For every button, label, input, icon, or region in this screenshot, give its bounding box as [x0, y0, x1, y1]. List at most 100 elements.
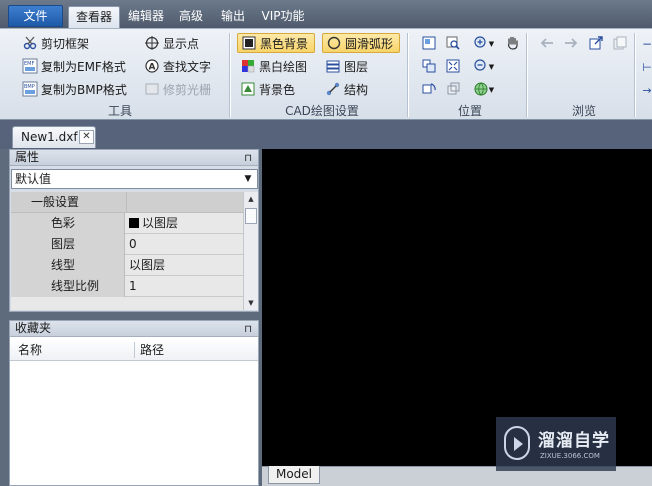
emf-icon: EMF: [22, 58, 38, 74]
3d-view-button[interactable]: [444, 81, 462, 99]
tab-viewer[interactable]: 查看器: [68, 6, 120, 28]
fit-window-button[interactable]: [420, 35, 438, 53]
show-point-label: 显示点: [163, 36, 200, 51]
document-tab-label: New1.dxf: [21, 130, 78, 144]
property-row-linetype-scale[interactable]: 线型比例 1: [11, 276, 243, 297]
scissors-icon: [22, 35, 38, 51]
pin-icon[interactable]: ⊓: [244, 151, 252, 166]
column-divider[interactable]: [134, 342, 135, 358]
trim-raster-icon: [144, 81, 160, 97]
tab-editor[interactable]: 编辑器: [124, 6, 168, 28]
property-key: 线型: [11, 255, 125, 276]
clip-frame-label: 剪切框架: [41, 36, 90, 51]
arrow-right-icon: →: [642, 83, 652, 97]
layers-icon: [325, 58, 341, 74]
trim-raster-button[interactable]: 修剪光栅: [144, 79, 211, 99]
chevron-up-icon[interactable]: ▲: [244, 192, 258, 206]
properties-preset-select[interactable]: 默认值 ▼: [11, 169, 258, 189]
copy-view-button[interactable]: [611, 35, 629, 53]
pin-icon[interactable]: ⊓: [244, 322, 252, 337]
tab-vip[interactable]: VIP功能: [258, 6, 308, 28]
copy-bmp-label: 复制为BMP格式: [41, 82, 127, 97]
chevron-down-icon: ▼: [244, 174, 252, 184]
zoom-out-dropdown[interactable]: ▼: [470, 58, 498, 76]
scrollbar-thumb[interactable]: [245, 208, 257, 224]
orbit-dropdown[interactable]: ▼: [470, 81, 498, 99]
property-value[interactable]: 1: [127, 276, 137, 296]
bmp-icon: BMP: [22, 81, 38, 97]
copy-icon: [613, 36, 627, 53]
property-value-text: 以图层: [142, 216, 179, 230]
structure-button[interactable]: 结构: [325, 79, 368, 99]
property-grid-scrollbar[interactable]: ▲ ▼: [243, 192, 258, 310]
property-key: 线型比例: [11, 276, 125, 297]
tab-advanced[interactable]: 高级: [174, 6, 208, 28]
show-point-button[interactable]: 显示点: [144, 33, 199, 53]
bw-drawing-button[interactable]: 黑白绘图: [240, 56, 307, 76]
property-row-layer[interactable]: 图层 0: [11, 234, 243, 255]
forward-button[interactable]: [562, 35, 580, 53]
copy-bmp-button[interactable]: BMP 复制为BMP格式: [22, 79, 127, 99]
tab-output[interactable]: 输出: [216, 6, 250, 28]
column-header-name[interactable]: 名称: [18, 339, 42, 361]
clip-frame-button[interactable]: 剪切框架: [22, 33, 89, 53]
chevron-down-icon[interactable]: ▼: [244, 296, 258, 310]
find-text-button[interactable]: A 查找文字: [144, 56, 211, 76]
column-header-path[interactable]: 路径: [140, 339, 164, 361]
rotate-view-button[interactable]: [420, 81, 438, 99]
smooth-arc-toggle[interactable]: 圆滑弧形: [322, 33, 401, 53]
align-icon: ⊢: [642, 60, 652, 74]
property-key: 图层: [11, 234, 125, 255]
play-logo-icon: [504, 426, 530, 460]
menu-bar: 文件 查看器 编辑器 高级 输出 VIP功能: [0, 0, 652, 28]
zoom-window-button[interactable]: [444, 35, 462, 53]
arrow-button[interactable]: →: [642, 81, 652, 99]
property-value[interactable]: 以图层: [127, 213, 178, 233]
external-link-icon: [589, 35, 603, 53]
property-row-color[interactable]: 色彩 以图层: [11, 213, 243, 234]
model-tab[interactable]: Model: [268, 466, 320, 484]
open-link-button[interactable]: [587, 35, 605, 53]
background-color-icon: [240, 81, 256, 97]
windows-icon: [422, 59, 436, 76]
arrow-left-icon: [539, 37, 555, 52]
layers-button[interactable]: 图层: [325, 56, 368, 76]
watermark-title: 溜溜自学: [538, 431, 610, 451]
property-row-linetype[interactable]: 线型 以图层: [11, 255, 243, 276]
zoom-in-dropdown[interactable]: ▼: [470, 35, 498, 53]
document-tab[interactable]: New1.dxf ✕: [12, 126, 96, 148]
pan-button[interactable]: [504, 35, 522, 53]
back-button[interactable]: [538, 35, 556, 53]
svg-text:BMP: BMP: [24, 84, 35, 90]
background-color-button[interactable]: 背景色: [240, 79, 295, 99]
document-tab-bar: New1.dxf ✕: [0, 120, 652, 149]
align-button[interactable]: ⊢: [642, 58, 652, 76]
close-icon[interactable]: ✕: [79, 130, 94, 144]
bw-drawing-label: 黑白绘图: [259, 59, 308, 74]
minus-icon: −: [641, 37, 652, 51]
smooth-arc-label: 圆滑弧形: [345, 36, 394, 51]
previous-view-button[interactable]: [420, 58, 438, 76]
structure-icon: [325, 81, 341, 97]
zoom-window-icon: [446, 36, 460, 53]
group-label-browse: 浏览: [571, 104, 596, 118]
extents-button[interactable]: [444, 58, 462, 76]
property-value[interactable]: 0: [127, 234, 137, 254]
menu-file-button[interactable]: 文件: [8, 5, 63, 27]
properties-title: 属性: [15, 150, 40, 164]
background-color-label: 背景色: [259, 82, 296, 97]
chevron-down-icon: ▼: [488, 63, 495, 71]
minus-button[interactable]: −: [642, 35, 652, 53]
property-group-header[interactable]: − 一般设置: [11, 192, 243, 213]
property-key: 色彩: [11, 213, 125, 234]
svg-text:A: A: [149, 63, 156, 73]
property-value[interactable]: 以图层: [127, 255, 165, 275]
black-background-toggle[interactable]: 黑色背景: [237, 33, 316, 53]
svg-text:EMF: EMF: [24, 61, 34, 67]
copy-emf-button[interactable]: EMF 复制为EMF格式: [22, 56, 126, 76]
favorites-title-bar: 收藏夹 ⊓: [10, 321, 258, 337]
3d-view-icon: [446, 82, 460, 99]
structure-label: 结构: [344, 82, 369, 97]
smooth-arc-icon: [326, 35, 342, 51]
favorites-panel: 收藏夹 ⊓ 名称 路径: [9, 320, 259, 486]
